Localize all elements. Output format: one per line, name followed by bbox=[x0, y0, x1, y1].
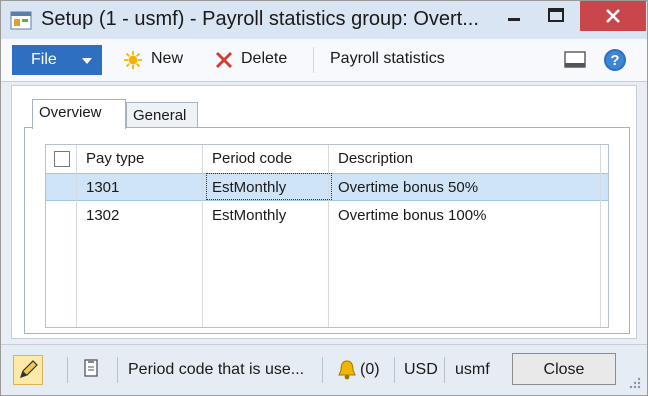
status-divider bbox=[322, 357, 323, 383]
toolbar-divider bbox=[313, 47, 314, 73]
status-divider bbox=[67, 357, 68, 383]
close-button[interactable]: Close bbox=[512, 353, 616, 385]
notification-count[interactable]: (0) bbox=[360, 361, 380, 379]
description-cell[interactable]: Overtime bonus 50% bbox=[338, 179, 478, 196]
edit-mode-button[interactable] bbox=[13, 355, 43, 385]
payroll-statistics-button[interactable]: Payroll statistics bbox=[330, 50, 445, 68]
pay-type-cell[interactable]: 1301 bbox=[86, 179, 119, 196]
tab-general[interactable]: General bbox=[126, 102, 198, 128]
panel-icon[interactable] bbox=[564, 50, 586, 70]
status-divider bbox=[394, 357, 395, 383]
grid-header: Pay type Period code Description bbox=[46, 145, 608, 174]
maximize-icon bbox=[548, 8, 564, 22]
app-icon bbox=[10, 11, 32, 30]
column-divider bbox=[76, 145, 77, 327]
period-code-cell[interactable]: EstMonthly bbox=[212, 207, 286, 224]
description-cell[interactable]: Overtime bonus 100% bbox=[338, 207, 486, 224]
column-divider bbox=[600, 145, 601, 327]
focused-cell-outline bbox=[206, 173, 332, 200]
column-header-description[interactable]: Description bbox=[338, 150, 413, 167]
status-bar: Period code that is use... (0) USD usmf … bbox=[1, 344, 647, 395]
window-close-button[interactable] bbox=[580, 1, 646, 31]
new-icon bbox=[124, 51, 142, 69]
delete-button[interactable]: Delete bbox=[241, 50, 287, 68]
form-content: Overview General Pay type Period code De… bbox=[11, 85, 637, 339]
resize-grip-icon[interactable] bbox=[627, 375, 641, 389]
delete-icon bbox=[216, 52, 232, 68]
close-icon bbox=[606, 9, 620, 23]
pencil-icon bbox=[20, 360, 38, 378]
help-icon[interactable]: ? bbox=[603, 48, 627, 72]
field-help-text: Period code that is use... bbox=[128, 361, 305, 378]
tab-overview[interactable]: Overview bbox=[32, 99, 126, 129]
column-divider bbox=[202, 145, 203, 327]
maximize-button[interactable] bbox=[534, 1, 578, 31]
status-divider bbox=[444, 357, 445, 383]
file-menu-label: File bbox=[31, 51, 57, 68]
title-bar[interactable]: Setup (1 - usmf) - Payroll statistics gr… bbox=[1, 1, 647, 39]
column-divider bbox=[328, 145, 329, 327]
minimize-button[interactable] bbox=[498, 1, 530, 31]
chevron-down-icon bbox=[82, 58, 92, 64]
dialog-window: Setup (1 - usmf) - Payroll statistics gr… bbox=[0, 0, 648, 396]
pay-type-cell[interactable]: 1302 bbox=[86, 207, 119, 224]
document-icon[interactable] bbox=[82, 358, 100, 380]
company-label[interactable]: usmf bbox=[455, 361, 490, 379]
table-row[interactable]: 1302 EstMonthly Overtime bonus 100% bbox=[46, 201, 608, 229]
window-title: Setup (1 - usmf) - Payroll statistics gr… bbox=[41, 8, 479, 30]
new-button[interactable]: New bbox=[151, 50, 183, 68]
payroll-statistics-grid: Pay type Period code Description 1301 Es… bbox=[45, 144, 609, 328]
status-divider bbox=[117, 357, 118, 383]
select-all-checkbox[interactable] bbox=[54, 151, 70, 167]
bell-icon[interactable] bbox=[336, 359, 358, 381]
currency-label[interactable]: USD bbox=[404, 361, 438, 379]
svg-text:?: ? bbox=[610, 52, 619, 69]
column-header-pay-type[interactable]: Pay type bbox=[86, 150, 144, 167]
minimize-icon bbox=[508, 18, 520, 21]
action-pane: File New Delete Payroll statistics ? bbox=[1, 39, 647, 82]
overview-panel: Pay type Period code Description 1301 Es… bbox=[24, 127, 630, 334]
file-menu-button[interactable]: File bbox=[12, 45, 102, 75]
column-header-period-code[interactable]: Period code bbox=[212, 150, 292, 167]
